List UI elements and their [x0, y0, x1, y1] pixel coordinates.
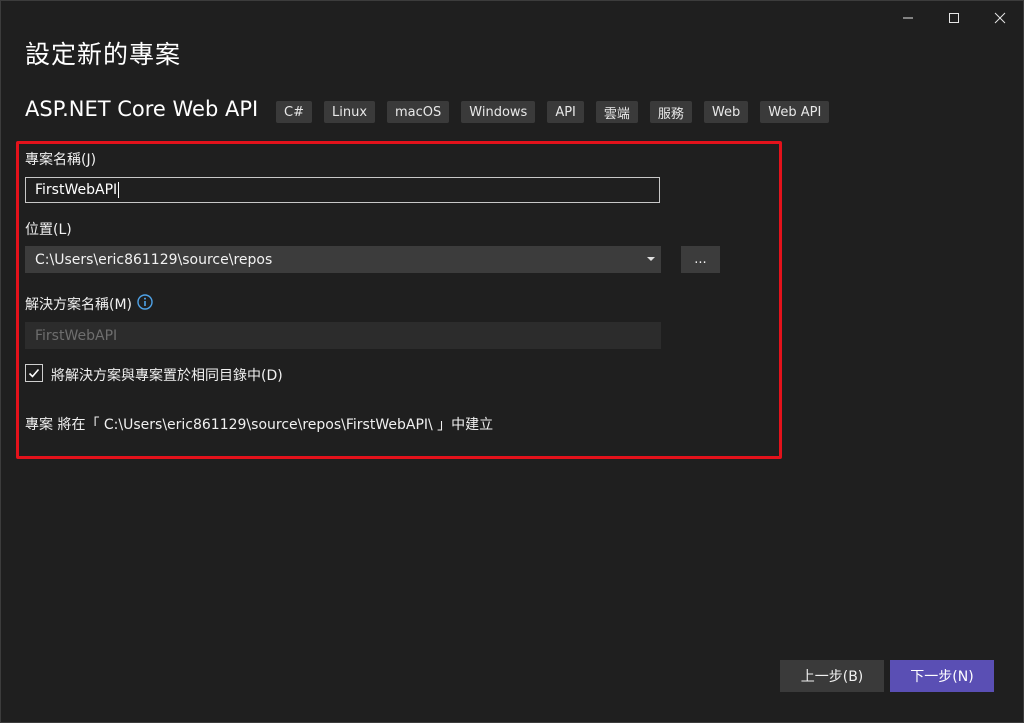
same-directory-checkbox[interactable]: [25, 364, 43, 382]
tag: Windows: [461, 101, 536, 123]
location-combobox[interactable]: C:\Users\eric861129\source\repos: [25, 246, 661, 273]
solution-name-placeholder: FirstWebAPI: [35, 327, 118, 344]
new-project-dialog: 設定新的專案 ASP.NET Core Web API C# Linux mac…: [0, 0, 1024, 723]
location-value: C:\Users\eric861129\source\repos: [35, 251, 273, 268]
next-button[interactable]: 下一步(N): [890, 660, 994, 692]
solution-name-label: 解決方案名稱(M): [25, 297, 133, 313]
solution-name-input: FirstWebAPI: [25, 322, 661, 349]
template-name: ASP.NET Core Web API: [25, 97, 259, 121]
location-label: 位置(L): [25, 222, 72, 238]
tag: 服務: [649, 101, 692, 123]
template-tags: C# Linux macOS Windows API 雲端 服務 Web Web…: [276, 101, 830, 123]
checkmark-icon: [28, 368, 40, 378]
tag: C#: [276, 101, 312, 123]
info-icon[interactable]: [137, 294, 153, 310]
maximize-button[interactable]: [939, 7, 969, 29]
tag: Web: [703, 101, 749, 123]
minimize-button[interactable]: [893, 7, 923, 29]
tag: 雲端: [595, 101, 638, 123]
tag: API: [547, 101, 584, 123]
project-name-label: 專案名稱(J): [25, 152, 97, 168]
browse-button[interactable]: ...: [681, 246, 720, 273]
text-caret: [118, 182, 120, 198]
chevron-down-icon[interactable]: [647, 257, 655, 261]
minimize-icon: [903, 17, 913, 19]
tag: macOS: [387, 101, 450, 123]
maximize-icon: [949, 13, 959, 23]
tag: Web API: [760, 101, 830, 123]
dialog-title: 設定新的專案: [25, 40, 182, 69]
project-name-input[interactable]: FirstWebAPI: [25, 177, 660, 203]
close-icon: [994, 12, 1006, 24]
project-path-note: 專案 將在「 C:\Users\eric861129\source\repos\…: [25, 417, 494, 433]
back-button[interactable]: 上一步(B): [780, 660, 884, 692]
project-name-value: FirstWebAPI: [35, 182, 118, 198]
tag: Linux: [323, 101, 376, 123]
close-button[interactable]: [985, 7, 1015, 29]
same-directory-label[interactable]: 將解決方案與專案置於相同目錄中(D): [51, 365, 283, 385]
